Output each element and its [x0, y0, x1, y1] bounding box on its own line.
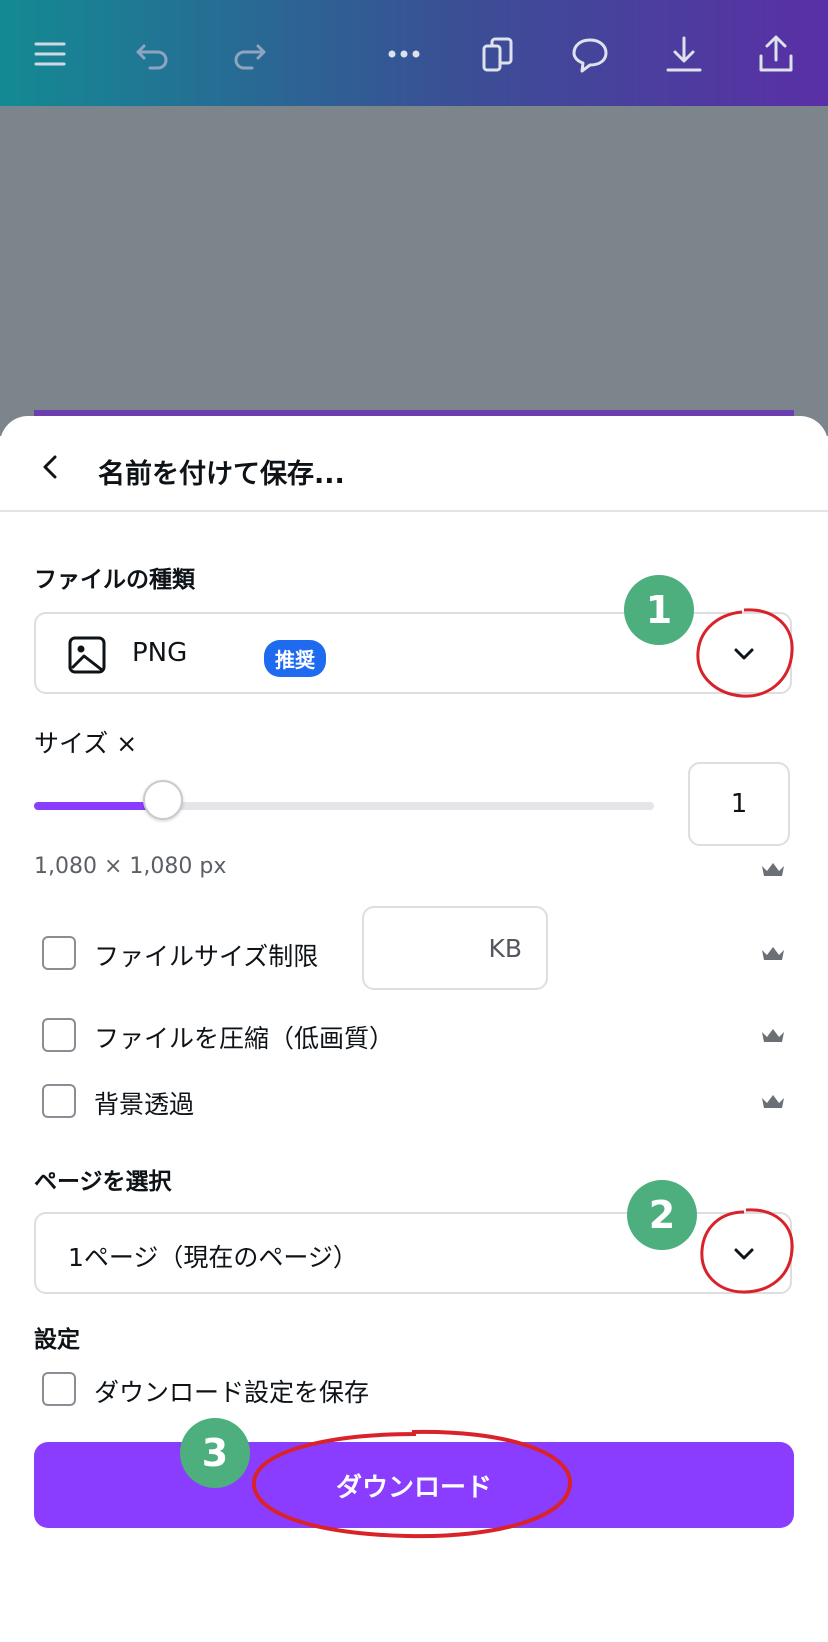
- editor-toolbar: [0, 0, 828, 106]
- comment-icon[interactable]: [566, 30, 614, 78]
- sheet-title: 名前を付けて保存...: [98, 459, 345, 490]
- crown-icon: [762, 1029, 784, 1042]
- crown-icon: [762, 947, 784, 960]
- recommended-badge: 推奨: [264, 640, 326, 677]
- size-slider[interactable]: [34, 802, 654, 810]
- download-sheet: 名前を付けて保存... ファイルの種類 PNG 推奨 サイズ × 1 1,080…: [0, 416, 828, 1642]
- save-download-settings-label: ダウンロード設定を保存: [94, 1378, 370, 1407]
- compress-file-label: ファイルを圧縮（低画質）: [94, 1024, 395, 1053]
- settings-label: 設定: [34, 1327, 80, 1353]
- annotation-marker-1: 1: [624, 575, 694, 645]
- save-download-settings-checkbox[interactable]: [42, 1372, 76, 1406]
- size-slider-fill: [34, 802, 158, 810]
- redo-icon[interactable]: [226, 30, 274, 78]
- download-button[interactable]: ダウンロード: [34, 1442, 794, 1528]
- file-size-kb-input[interactable]: KB: [362, 906, 548, 990]
- size-label: サイズ ×: [34, 729, 138, 758]
- file-size-limit-label: ファイルサイズ制限: [94, 942, 319, 971]
- back-icon[interactable]: [36, 452, 66, 482]
- page-select-value: 1ページ（現在のページ）: [68, 1243, 358, 1272]
- size-input[interactable]: 1: [688, 762, 790, 846]
- download-icon[interactable]: [660, 30, 708, 78]
- transparent-background-label: 背景透過: [94, 1090, 195, 1119]
- menu-icon[interactable]: [26, 30, 74, 78]
- size-slider-handle[interactable]: [143, 780, 183, 820]
- more-icon[interactable]: [380, 30, 428, 78]
- file-size-limit-checkbox[interactable]: [42, 936, 76, 970]
- sheet-header: 名前を付けて保存...: [0, 416, 828, 512]
- pages-icon[interactable]: [474, 30, 522, 78]
- undo-icon[interactable]: [128, 30, 176, 78]
- compress-file-checkbox[interactable]: [42, 1018, 76, 1052]
- crown-icon: [762, 863, 784, 876]
- page-select-label: ページを選択: [34, 1169, 172, 1195]
- file-type-value: PNG: [132, 638, 188, 668]
- share-icon[interactable]: [752, 30, 800, 78]
- file-type-label: ファイルの種類: [34, 567, 195, 593]
- dimensions-text: 1,080 × 1,080 px: [34, 854, 227, 879]
- annotation-marker-2: 2: [627, 1180, 697, 1250]
- design-canvas-area: [0, 106, 828, 436]
- chevron-down-icon[interactable]: [730, 1240, 758, 1268]
- transparent-background-checkbox[interactable]: [42, 1084, 76, 1118]
- kb-unit: KB: [488, 933, 522, 963]
- image-icon: [68, 636, 106, 674]
- crown-icon: [762, 1095, 784, 1108]
- chevron-down-icon[interactable]: [730, 640, 758, 668]
- annotation-marker-3: 3: [180, 1418, 250, 1488]
